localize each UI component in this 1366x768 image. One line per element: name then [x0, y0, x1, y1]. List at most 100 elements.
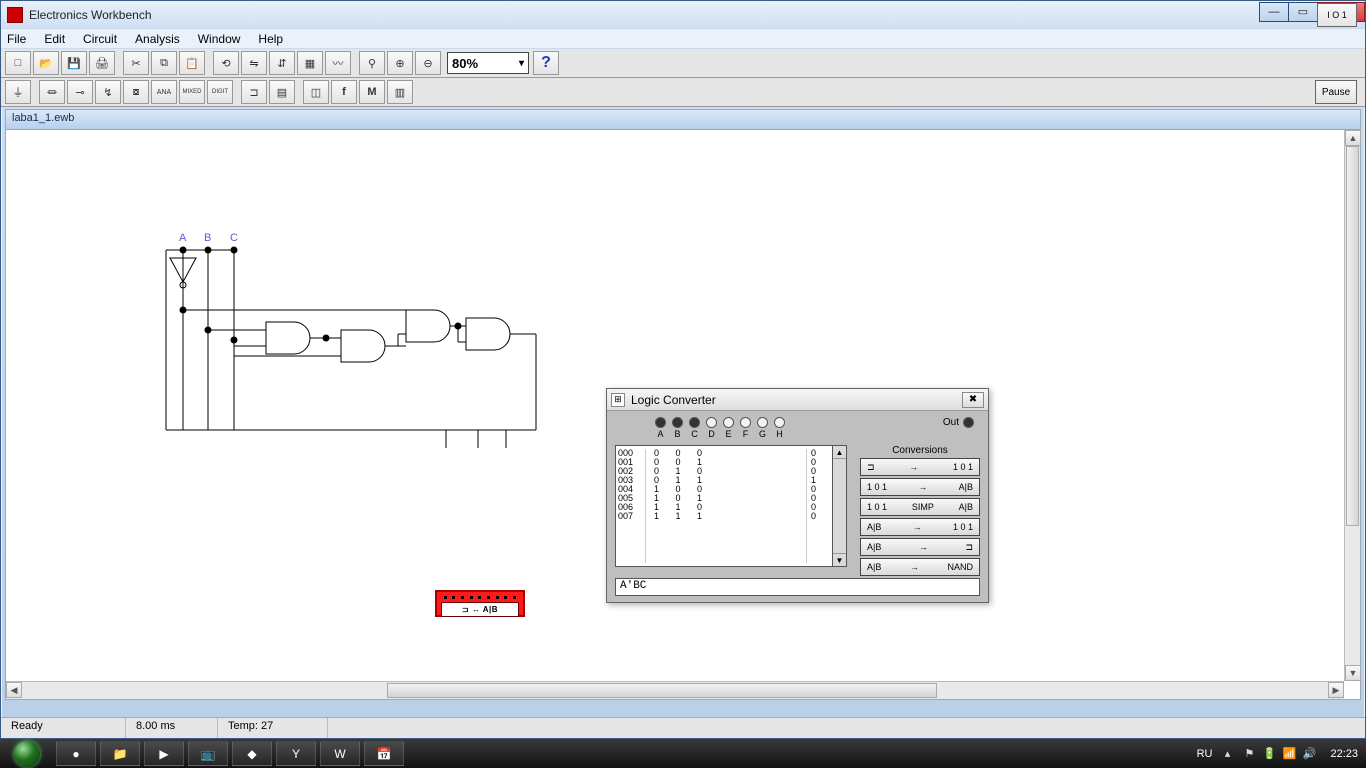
favorites-button[interactable]: ⏚: [5, 80, 31, 104]
taskbar-item-6[interactable]: W: [320, 741, 360, 766]
conversion-button-1[interactable]: 1 0 1→A|B: [860, 478, 980, 496]
conv-from: ⊐: [867, 462, 875, 473]
scroll-down-icon[interactable]: ▼: [1345, 665, 1361, 681]
print-button[interactable]: 🖨: [89, 51, 115, 75]
horizontal-scrollbar[interactable]: ◀ ▶: [6, 681, 1344, 699]
vertical-scrollbar[interactable]: ▲ ▼: [1344, 130, 1360, 681]
scroll-thumb[interactable]: [1346, 146, 1359, 526]
copy-button[interactable]: ⧉: [151, 51, 177, 75]
scroll-down-icon[interactable]: ▼: [833, 553, 846, 566]
clock[interactable]: 22:23: [1330, 748, 1358, 760]
conversion-button-0[interactable]: ⊐→1 0 1: [860, 458, 980, 476]
taskbar-item-7[interactable]: 📅: [364, 741, 404, 766]
input-terminal-g[interactable]: G: [757, 417, 768, 439]
open-button[interactable]: 📂: [33, 51, 59, 75]
output-terminal[interactable]: [963, 417, 974, 428]
truth-table-scrollbar[interactable]: ▲ ▼: [833, 445, 847, 567]
input-terminal-f[interactable]: F: [740, 417, 751, 439]
menu-analysis[interactable]: Analysis: [135, 32, 180, 46]
language-indicator[interactable]: RU: [1197, 748, 1213, 760]
input-terminal-b[interactable]: B: [672, 417, 683, 439]
menu-edit[interactable]: Edit: [44, 32, 65, 46]
power-switch[interactable]: I O 1: [1317, 3, 1357, 27]
taskbar-item-5[interactable]: Y: [276, 741, 316, 766]
taskbar-item-1[interactable]: 📁: [100, 741, 140, 766]
scroll-right-icon[interactable]: ▶: [1328, 682, 1344, 698]
menu-window[interactable]: Window: [198, 32, 241, 46]
tray-icon-2[interactable]: 📶: [1282, 747, 1296, 761]
flip-horizontal-button[interactable]: ⇋: [241, 51, 267, 75]
scroll-thumb[interactable]: [387, 683, 937, 698]
taskbar-item-0[interactable]: ●: [56, 741, 96, 766]
truth-table[interactable]: 000001002003004005006007 0 0 00 0 10 1 0…: [615, 445, 833, 567]
minimize-button[interactable]: —: [1259, 2, 1289, 22]
diodes-button[interactable]: ↯: [95, 80, 121, 104]
probe-button[interactable]: ⚲: [359, 51, 385, 75]
input-terminal-d[interactable]: D: [706, 417, 717, 439]
start-button[interactable]: [0, 739, 54, 768]
save-button[interactable]: 💾: [61, 51, 87, 75]
cut-button[interactable]: ✂: [123, 51, 149, 75]
conversion-button-2[interactable]: 1 0 1SIMPA|B: [860, 498, 980, 516]
input-terminal-c[interactable]: C: [689, 417, 700, 439]
input-terminal-h[interactable]: H: [774, 417, 785, 439]
flip-vertical-button[interactable]: ⇵: [269, 51, 295, 75]
logic-converter-close-button[interactable]: ✖: [962, 392, 984, 408]
scroll-up-icon[interactable]: ▲: [1345, 130, 1361, 146]
menu-help[interactable]: Help: [258, 32, 283, 46]
indicators-button[interactable]: ◫: [303, 80, 329, 104]
misc-button[interactable]: M: [359, 80, 385, 104]
tt-out[interactable]: 0: [811, 512, 830, 521]
rotate-button[interactable]: ⟲: [213, 51, 239, 75]
controls-button[interactable]: f: [331, 80, 357, 104]
scroll-up-icon[interactable]: ▲: [833, 446, 846, 459]
conversion-button-5[interactable]: A|B→NAND: [860, 558, 980, 576]
scroll-left-icon[interactable]: ◀: [6, 682, 22, 698]
mixed-ics-button[interactable]: MIXED: [179, 80, 205, 104]
conv-to: A|B: [959, 482, 973, 492]
taskbar-item-3[interactable]: 📺: [188, 741, 228, 766]
document-title[interactable]: laba1_1.ewb: [6, 110, 1360, 130]
taskbar[interactable]: ●📁▶📺◆YW📅 RU ▴ ⚑ 🔋 📶 🔊 22:23: [0, 739, 1366, 768]
tray-icon-3[interactable]: 🔊: [1302, 747, 1316, 761]
tray-expand-icon[interactable]: ▴: [1220, 747, 1234, 761]
digital-ics-button[interactable]: DIGIT: [207, 80, 233, 104]
logic-converter-window[interactable]: ⊞ Logic Converter ✖ ABCDEFGH Out 0000010…: [606, 388, 989, 603]
sources-button[interactable]: ⏛: [39, 80, 65, 104]
conversion-button-3[interactable]: A|B→1 0 1: [860, 518, 980, 536]
maximize-button[interactable]: ▭: [1288, 2, 1318, 22]
instruments-button[interactable]: ▥: [387, 80, 413, 104]
graph-button[interactable]: 〰: [325, 51, 351, 75]
basic-button[interactable]: ⊸: [67, 80, 93, 104]
logic-converter-titlebar[interactable]: ⊞ Logic Converter ✖: [607, 389, 988, 411]
zoom-out-button[interactable]: ⊖: [415, 51, 441, 75]
tray-icon-0[interactable]: ⚑: [1242, 747, 1256, 761]
conversion-button-4[interactable]: A|B→⊐: [860, 538, 980, 556]
pause-button[interactable]: Pause: [1315, 80, 1357, 104]
boolean-expression-field[interactable]: A'BC: [615, 578, 980, 596]
tray-icon-1[interactable]: 🔋: [1262, 747, 1276, 761]
logic-gates-button[interactable]: ⊐: [241, 80, 267, 104]
taskbar-item-2[interactable]: ▶: [144, 741, 184, 766]
input-terminal-a[interactable]: A: [655, 417, 666, 439]
menu-circuit[interactable]: Circuit: [83, 32, 117, 46]
app-window: Electronics Workbench — ▭ ✕ File Edit Ci…: [0, 0, 1366, 739]
zoom-combo[interactable]: 80%: [447, 52, 529, 74]
new-button[interactable]: □: [5, 51, 31, 75]
system-tray[interactable]: RU ▴ ⚑ 🔋 📶 🔊 22:23: [1189, 747, 1366, 761]
conv-from: 1 0 1: [867, 502, 887, 512]
subcircuit-button[interactable]: ▦: [297, 51, 323, 75]
analog-ics-button[interactable]: ANA: [151, 80, 177, 104]
help-button[interactable]: ?: [533, 51, 559, 75]
logic-converter-device[interactable]: ⊐ ↔ A|B: [435, 590, 525, 617]
paste-button[interactable]: 📋: [179, 51, 205, 75]
transistors-button[interactable]: ⧇: [123, 80, 149, 104]
digital-button[interactable]: ▤: [269, 80, 295, 104]
zoom-in-button[interactable]: ⊕: [387, 51, 413, 75]
terminal-dot-icon: [740, 417, 751, 428]
taskbar-item-4[interactable]: ◆: [232, 741, 272, 766]
schematic-canvas[interactable]: A B C: [6, 130, 1344, 681]
menu-file[interactable]: File: [7, 32, 26, 46]
input-terminal-e[interactable]: E: [723, 417, 734, 439]
titlebar[interactable]: Electronics Workbench — ▭ ✕: [1, 1, 1365, 28]
